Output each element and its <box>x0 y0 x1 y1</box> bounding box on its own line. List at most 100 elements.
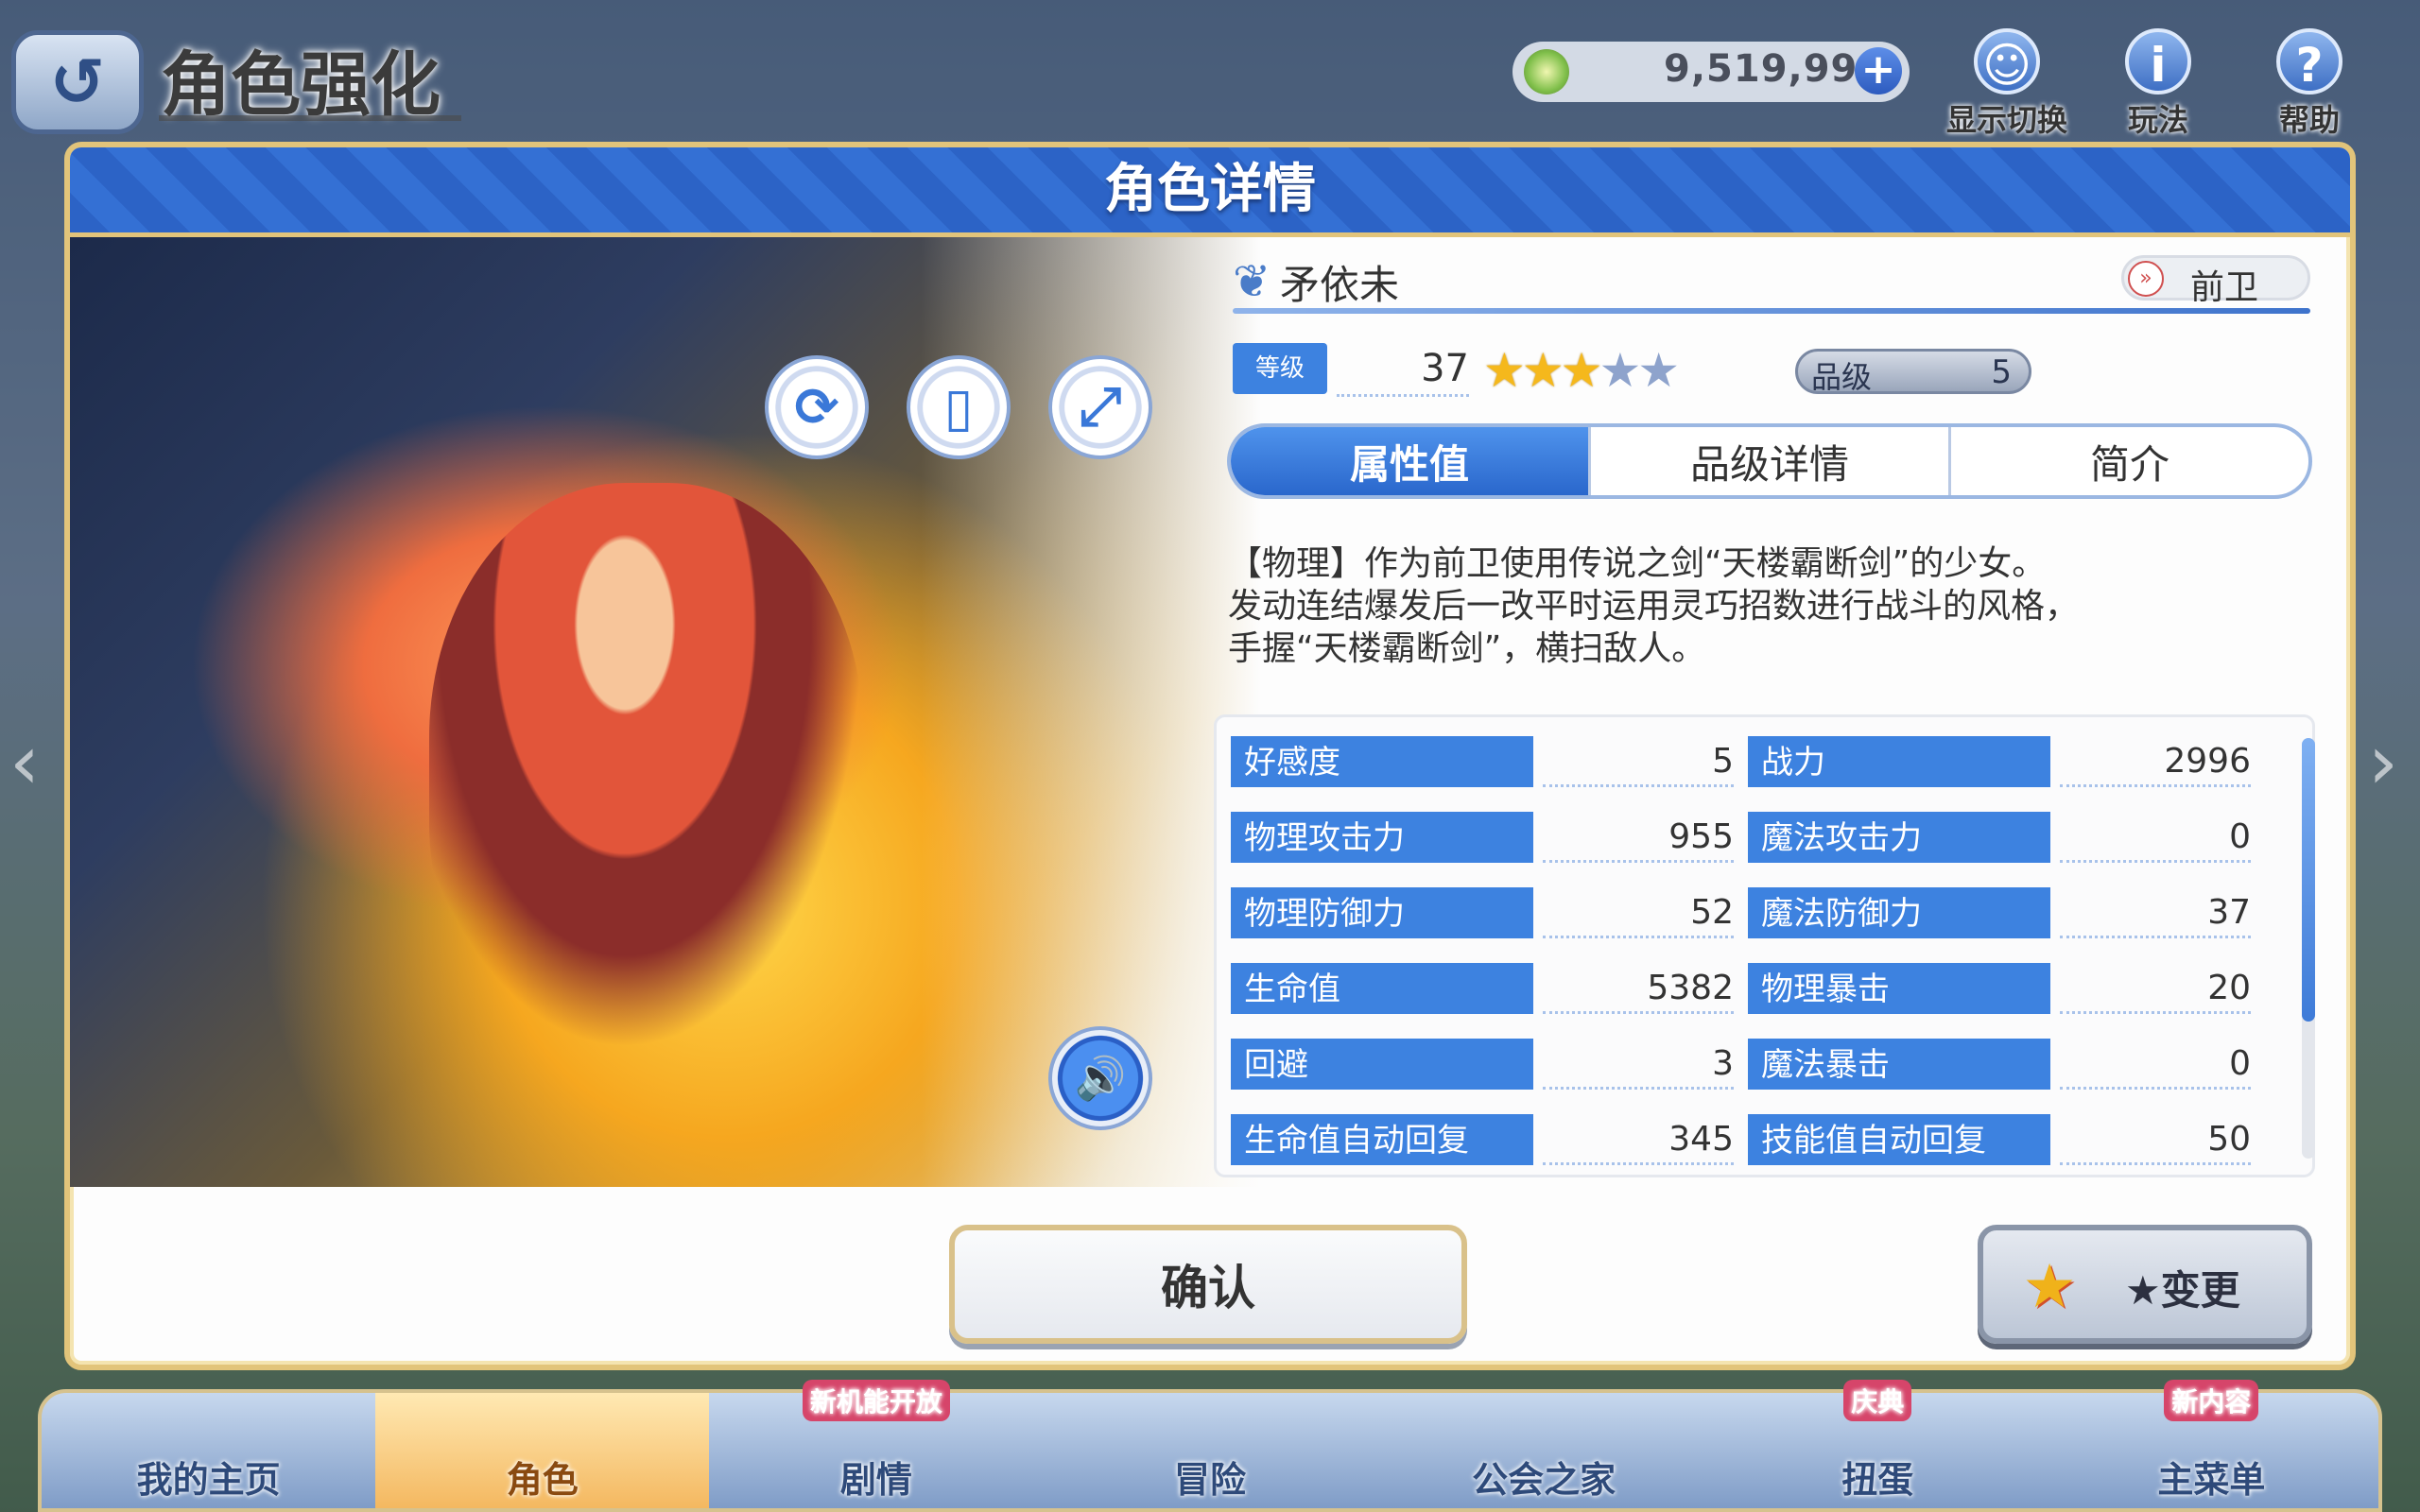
stat-value: 345 <box>1543 1114 1734 1165</box>
rotate-button[interactable]: ⟳ <box>765 355 869 459</box>
stat-label: 战力 <box>1748 736 2050 787</box>
nav-label: 扭蛋 <box>1841 1459 1914 1501</box>
tab-attributes[interactable]: 属性值 <box>1231 427 1591 495</box>
nav-label: 公会之家 <box>1472 1459 1616 1501</box>
stat-row: 物理攻击力 955 <box>1231 812 1734 863</box>
character-name-row: ❦ 矛依未 » 前卫 <box>1233 242 2310 318</box>
stat-value: 3 <box>1543 1039 1734 1090</box>
stat-row: 战力 2996 <box>1748 736 2251 787</box>
stat-value: 5382 <box>1543 963 1734 1014</box>
stat-label: 魔法防御力 <box>1748 887 2050 938</box>
nav-item-main-menu[interactable]: 新内容 主菜单 <box>2045 1380 2378 1508</box>
stat-row: 回避 3 <box>1231 1039 1734 1090</box>
stat-row: 生命值 5382 <box>1231 963 1734 1014</box>
expand-icon: ⤢ <box>1079 376 1122 438</box>
nav-item-character[interactable]: 角色 <box>375 1393 710 1508</box>
display-toggle-label: 显示切换 <box>1945 102 2067 138</box>
help-label: 帮助 <box>2278 102 2340 138</box>
character-detail-modal: 角色详情 ⟳ ▯ ⤢ 🔊 ❦ 矛依未 » 前卫 等级 37 ★★★★★ 品级 5… <box>64 142 2356 1370</box>
stat-row: 技能值自动回复 50 <box>1748 1114 2251 1165</box>
nav-item-gacha[interactable]: 庆典 扭蛋 <box>1711 1380 2045 1508</box>
bottom-nav: 我的主页 角色 新机能开放 剧情 冒险 公会之家 庆典 扭蛋 新内容主菜单 <box>38 1380 2382 1512</box>
stat-row: 物理防御力 52 <box>1231 887 1734 938</box>
help-icon: ? <box>2276 28 2342 94</box>
stat-label: 好感度 <box>1231 736 1533 787</box>
nav-label: 角色 <box>506 1459 579 1501</box>
stat-value: 2996 <box>2060 736 2251 787</box>
role-badge: » 前卫 <box>2121 255 2310 307</box>
stat-row: 物理暴击 20 <box>1748 963 2251 1014</box>
display-toggle-button[interactable]: ☺ 显示切换 <box>1936 28 2078 138</box>
top-bar: ↺ 角色强化 9,519,999 + ☺ 显示切换 i 玩法 ? 帮助 <box>0 0 2420 142</box>
prev-arrow-icon[interactable]: ‹ <box>9 718 40 806</box>
nav-label: 冒险 <box>1173 1459 1246 1501</box>
name-ornament-icon: ❦ <box>1233 255 1271 308</box>
voice-button[interactable]: 🔊 <box>1048 1026 1152 1130</box>
tab-profile[interactable]: 简介 <box>1951 427 2308 495</box>
stat-label: 物理防御力 <box>1231 887 1533 938</box>
stat-value: 52 <box>1543 887 1734 938</box>
description-line: 发动连结爆发后一改平时运用灵巧招数进行战斗的风格， <box>1228 587 2080 626</box>
stat-row: 好感度 5 <box>1231 736 1734 787</box>
jewel-icon <box>1524 49 1569 94</box>
stat-label: 生命值 <box>1231 963 1533 1014</box>
back-button[interactable]: ↺ <box>11 30 144 134</box>
description-line: 【物理】作为前卫使用传说之剑“天楼霸断剑”的少女。 <box>1228 544 2047 583</box>
level-row: 等级 37 ★★★★★ 品级 5 <box>1233 341 2310 398</box>
character-description: 【物理】作为前卫使用传说之剑“天楼霸断剑”的少女。 发动连结爆发后一改平时运用灵… <box>1228 542 2306 670</box>
stat-label: 魔法攻击力 <box>1748 812 2050 863</box>
stat-value: 37 <box>2060 887 2251 938</box>
rank-value: 5 <box>1991 353 2012 391</box>
title-underline <box>159 115 461 121</box>
star-rating: ★★★★★ <box>1483 343 1680 398</box>
character-art: ⟳ ▯ ⤢ 🔊 <box>70 237 1261 1187</box>
add-currency-button[interactable]: + <box>1855 47 1902 94</box>
next-arrow-icon[interactable]: › <box>2368 718 2398 806</box>
description-line: 手握“天楼霸断剑”，横扫敌人。 <box>1228 629 1706 668</box>
character-illustration <box>429 483 864 1050</box>
nav-item-home[interactable]: 我的主页 <box>42 1393 375 1508</box>
nav-item-guild[interactable]: 公会之家 <box>1377 1393 1711 1508</box>
currency-value: 9,519,999 <box>1664 47 1886 91</box>
nav-item-story[interactable]: 新机能开放 剧情 <box>709 1380 1043 1508</box>
confirm-button[interactable]: 确认 <box>949 1225 1467 1344</box>
stats-panel[interactable]: 好感度 5 战力 2996 物理攻击力 955 魔法攻击力 0 物理防御力 52 魔法防御… <box>1214 714 2315 1177</box>
expand-button[interactable]: ⤢ <box>1048 355 1152 459</box>
nav-item-adventure[interactable]: 冒险 <box>1043 1393 1376 1508</box>
scroll-thumb[interactable] <box>2302 738 2315 1022</box>
stat-value: 50 <box>2060 1114 2251 1165</box>
gameplay-label: 玩法 <box>2127 102 2188 138</box>
nav-badge: 新内容 <box>2164 1380 2259 1421</box>
stat-label: 生命值自动回复 <box>1231 1114 1533 1165</box>
name-underline <box>1233 308 2310 314</box>
stat-label: 回避 <box>1231 1039 1533 1090</box>
level-value: 37 <box>1337 343 1469 397</box>
nav-label: 我的主页 <box>136 1459 281 1501</box>
stat-row: 魔法防御力 37 <box>1748 887 2251 938</box>
stat-row: 生命值自动回复 345 <box>1231 1114 1734 1165</box>
speaker-icon: 🔊 <box>1074 1055 1127 1103</box>
layout-icon: ▯ <box>943 376 974 438</box>
layout-button[interactable]: ▯ <box>907 355 1011 459</box>
stats-scrollbar[interactable] <box>2302 738 2315 1159</box>
star-empty-icon: ★★ <box>1599 343 1680 398</box>
stat-value: 5 <box>1543 736 1734 787</box>
star-change-button[interactable]: ★ ★变更 <box>1978 1225 2312 1344</box>
stat-row: 魔法暴击 0 <box>1748 1039 2251 1090</box>
stat-value: 955 <box>1543 812 1734 863</box>
star-swap-icon: ★ <box>2022 1252 2077 1322</box>
tab-rank-details[interactable]: 品级详情 <box>1591 427 1951 495</box>
stat-value: 20 <box>2060 963 2251 1014</box>
display-toggle-icon: ☺ <box>1974 28 2040 94</box>
help-button[interactable]: ? 帮助 <box>2238 28 2380 138</box>
gameplay-button[interactable]: i 玩法 <box>2087 28 2229 138</box>
stat-label: 物理攻击力 <box>1231 812 1533 863</box>
currency-bar: 9,519,999 + <box>1512 42 1910 102</box>
rank-label: 品级 <box>1811 359 1873 395</box>
back-arrow-icon: ↺ <box>49 43 106 121</box>
stat-row: 魔法攻击力 0 <box>1748 812 2251 863</box>
nav-label: 主菜单 <box>2157 1459 2266 1501</box>
star-change-label: ★变更 <box>2125 1267 2240 1314</box>
stat-value: 0 <box>2060 1039 2251 1090</box>
nav-badge: 新机能开放 <box>802 1380 950 1421</box>
